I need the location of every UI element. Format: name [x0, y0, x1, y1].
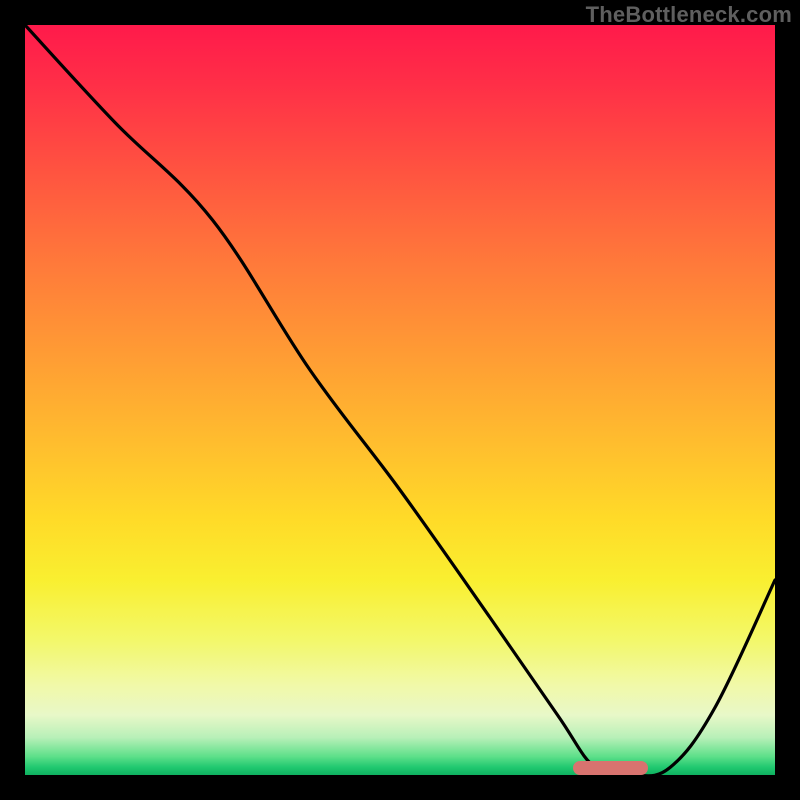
chart-frame: TheBottleneck.com [0, 0, 800, 800]
plot-area [25, 25, 775, 775]
watermark-text: TheBottleneck.com [586, 2, 792, 28]
bottleneck-curve [25, 25, 775, 775]
optimal-range-marker [573, 761, 648, 775]
